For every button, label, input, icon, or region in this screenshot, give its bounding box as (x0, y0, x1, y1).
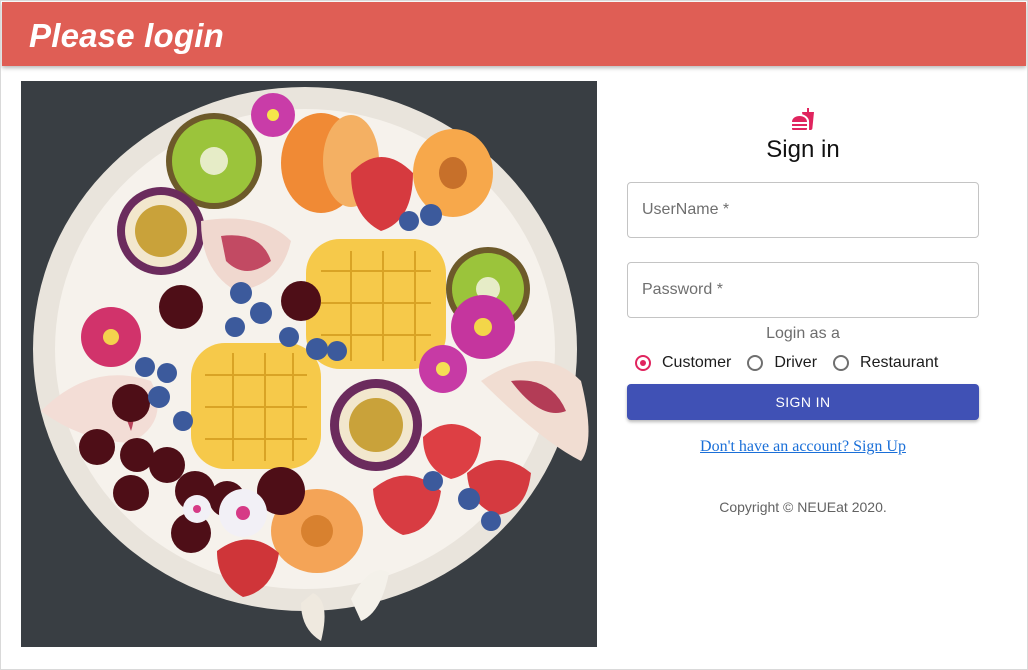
browser-viewport: Please login Sign in UserName * Login as… (0, 0, 1028, 670)
fruit-bowl-illustration (21, 81, 597, 647)
role-option-restaurant[interactable]: Restaurant (833, 353, 938, 373)
radio-unchecked-icon[interactable] (747, 355, 764, 371)
fastfood-icon (792, 108, 814, 130)
role-option-label: Customer (662, 354, 732, 371)
username-input[interactable] (628, 183, 978, 237)
radio-checked-icon[interactable] (635, 355, 651, 371)
radio-unchecked-icon[interactable] (833, 355, 850, 371)
username-field[interactable] (627, 182, 979, 238)
role-option-driver[interactable]: Driver (747, 353, 817, 373)
copyright-text: Copyright © NEUEat 2020. (719, 499, 887, 515)
role-option-customer[interactable]: Customer (635, 353, 731, 373)
password-field[interactable] (627, 262, 979, 318)
role-option-label: Driver (774, 354, 818, 371)
page-title: Please login (29, 17, 224, 54)
hero-image (21, 81, 597, 647)
password-input[interactable] (628, 263, 978, 317)
role-option-label: Restaurant (860, 354, 939, 371)
app-bar: Please login (2, 2, 1026, 66)
sign-up-link[interactable]: Don't have an account? Sign Up (627, 437, 979, 457)
sign-in-button[interactable]: SIGN IN (627, 384, 979, 420)
sign-in-panel: Sign in Login as a Customer Driver Resta… (627, 81, 979, 641)
role-radio-group: Customer Driver Restaurant (635, 351, 954, 375)
role-group-label: Login as a (766, 325, 840, 342)
sign-in-heading: Sign in (766, 136, 840, 163)
